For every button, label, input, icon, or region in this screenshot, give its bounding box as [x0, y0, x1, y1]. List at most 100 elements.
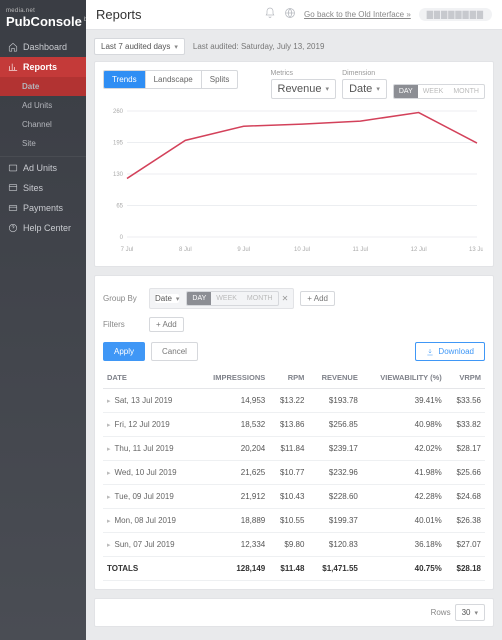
- date-range-dropdown[interactable]: Last 7 audited days▾: [94, 38, 185, 55]
- cell: $26.38: [446, 509, 485, 533]
- col-header[interactable]: VIEWABILITY (%): [362, 367, 446, 389]
- caret-right-icon[interactable]: ▸: [107, 398, 111, 405]
- bar-chart-icon: [8, 62, 18, 72]
- cell: $33.56: [446, 389, 485, 413]
- cell: $27.07: [446, 533, 485, 557]
- col-header[interactable]: VRPM: [446, 367, 485, 389]
- bell-icon[interactable]: [264, 7, 276, 22]
- cell: 36.18%: [362, 533, 446, 557]
- caret-right-icon[interactable]: ▸: [107, 494, 111, 501]
- chevron-down-icon: ▾: [174, 43, 178, 51]
- caret-right-icon[interactable]: ▸: [107, 470, 111, 477]
- cell: $24.68: [446, 485, 485, 509]
- sidebar-item-dashboard[interactable]: Dashboard: [0, 37, 86, 57]
- period-day[interactable]: DAY: [394, 85, 418, 98]
- remove-groupby-icon[interactable]: ✕: [282, 294, 289, 303]
- groupby-week[interactable]: WEEK: [211, 292, 242, 305]
- cell: $10.43: [269, 485, 308, 509]
- content: Last 7 audited days▾ Last audited: Satur…: [86, 30, 502, 640]
- tab-splits[interactable]: Splits: [202, 71, 238, 88]
- sites-icon: [8, 183, 18, 193]
- col-header[interactable]: REVENUE: [308, 367, 361, 389]
- filters-label: Filters: [103, 320, 143, 329]
- cell: $25.66: [446, 461, 485, 485]
- pagination-bar: Rows 30▾: [94, 598, 494, 627]
- period-segmented: DAY WEEK MONTH: [393, 84, 485, 99]
- add-filter-button[interactable]: + Add: [149, 317, 184, 332]
- home-icon: [8, 42, 18, 52]
- add-groupby-button[interactable]: + Add: [300, 291, 335, 306]
- groupby-dropdown[interactable]: Date ▾: [155, 294, 179, 303]
- chart-card: Trends Landscape Splits MetricsRevenue▾ …: [94, 61, 494, 267]
- sidebar-item-adunits[interactable]: Ad Units: [0, 156, 86, 178]
- sidebar: media.net PubConsolebeta Dashboard Repor…: [0, 0, 86, 640]
- help-icon: [8, 223, 18, 233]
- svg-text:65: 65: [116, 204, 123, 210]
- groupby-day[interactable]: DAY: [187, 292, 211, 305]
- cell: ▸Wed, 10 Jul 2019: [103, 461, 197, 485]
- cell: 18,889: [197, 509, 270, 533]
- cell: $9.80: [269, 533, 308, 557]
- cell: $239.17: [308, 437, 361, 461]
- sidebar-item-help[interactable]: Help Center: [0, 218, 86, 238]
- sidebar-item-channel[interactable]: Channel: [0, 115, 86, 134]
- apply-button[interactable]: Apply: [103, 342, 145, 361]
- svg-text:260: 260: [113, 109, 124, 115]
- col-header[interactable]: DATE: [103, 367, 197, 389]
- groupby-label: Group By: [103, 294, 143, 303]
- cell: $193.78: [308, 389, 361, 413]
- groupby-month[interactable]: MONTH: [242, 292, 278, 305]
- last-audited-text: Last audited: Saturday, July 13, 2019: [193, 42, 325, 51]
- cell: 12,334: [197, 533, 270, 557]
- table-row: ▸Fri, 12 Jul 201918,532$13.86$256.8540.9…: [103, 413, 485, 437]
- sidebar-item-sites[interactable]: Sites: [0, 178, 86, 198]
- tab-trends[interactable]: Trends: [104, 71, 146, 88]
- caret-right-icon[interactable]: ▸: [107, 422, 111, 429]
- table-row: ▸Sun, 07 Jul 201912,334$9.80$120.8336.18…: [103, 533, 485, 557]
- cell: $10.77: [269, 461, 308, 485]
- cell: $228.60: [308, 485, 361, 509]
- col-header[interactable]: IMPRESSIONS: [197, 367, 270, 389]
- caret-right-icon[interactable]: ▸: [107, 518, 111, 525]
- col-header[interactable]: RPM: [269, 367, 308, 389]
- cell: 21,912: [197, 485, 270, 509]
- svg-text:12 Jul: 12 Jul: [411, 247, 427, 253]
- svg-text:195: 195: [113, 141, 124, 147]
- globe-icon[interactable]: [284, 7, 296, 22]
- brand-name: PubConsolebeta: [6, 14, 80, 29]
- caret-right-icon[interactable]: ▸: [107, 542, 111, 549]
- sidebar-item-payments[interactable]: Payments: [0, 198, 86, 218]
- sidebar-item-reports[interactable]: Reports: [0, 57, 86, 77]
- line-chart: 0651301952607 Jul8 Jul9 Jul10 Jul11 Jul1…: [103, 105, 483, 255]
- cancel-button[interactable]: Cancel: [151, 342, 198, 361]
- caret-right-icon[interactable]: ▸: [107, 446, 111, 453]
- back-to-old-link[interactable]: Go back to the Old Interface »: [304, 10, 411, 19]
- period-week[interactable]: WEEK: [418, 85, 449, 98]
- svg-text:13 Jul: 13 Jul: [469, 247, 483, 253]
- cell: $232.96: [308, 461, 361, 485]
- page-title: Reports: [96, 7, 256, 22]
- svg-text:11 Jul: 11 Jul: [353, 247, 369, 253]
- totals-row: TOTALS128,149$11.48$1,471.5540.75%$28.18: [103, 557, 485, 581]
- sidebar-item-adunits-sub[interactable]: Ad Units: [0, 96, 86, 115]
- cell: ▸Sun, 07 Jul 2019: [103, 533, 197, 557]
- download-button[interactable]: Download: [415, 342, 485, 361]
- chevron-down-icon: ▾: [176, 295, 180, 303]
- sidebar-item-date[interactable]: Date: [0, 77, 86, 96]
- tab-landscape[interactable]: Landscape: [146, 71, 202, 88]
- svg-text:9 Jul: 9 Jul: [237, 247, 250, 253]
- table-row: ▸Thu, 11 Jul 201920,204$11.84$239.1742.0…: [103, 437, 485, 461]
- cell: $33.82: [446, 413, 485, 437]
- filters-card: Group By Date ▾ DAY WEEK MONTH ✕ + Add F…: [94, 275, 494, 590]
- dimension-dropdown[interactable]: Date▾: [342, 79, 387, 99]
- metrics-dropdown[interactable]: Revenue▾: [271, 79, 337, 99]
- nav: Dashboard Reports Date Ad Units Channel …: [0, 37, 86, 238]
- cell: ▸Mon, 08 Jul 2019: [103, 509, 197, 533]
- payments-icon: [8, 203, 18, 213]
- sidebar-item-site-sub[interactable]: Site: [0, 134, 86, 153]
- main: Reports Go back to the Old Interface » ▇…: [86, 0, 502, 640]
- rows-dropdown[interactable]: 30▾: [455, 604, 485, 621]
- cell: $199.37: [308, 509, 361, 533]
- user-menu[interactable]: ▇▇▇▇▇▇▇▇: [419, 8, 492, 21]
- period-month[interactable]: MONTH: [448, 85, 484, 98]
